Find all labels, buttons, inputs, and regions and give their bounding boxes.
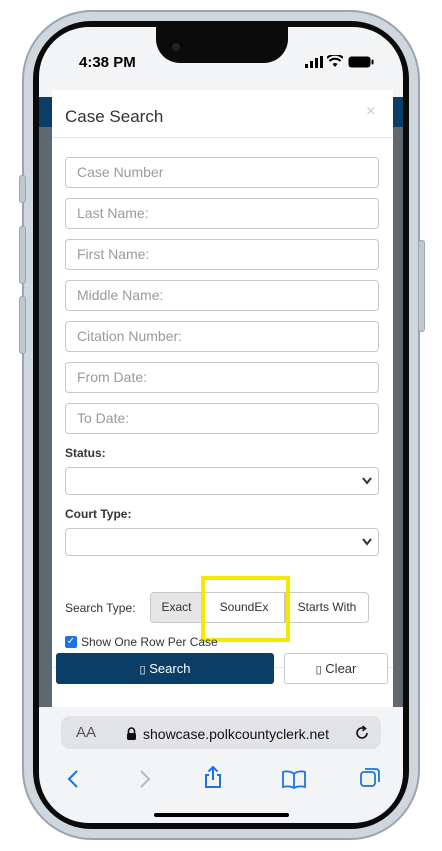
bookmarks-icon[interactable] [282,769,306,789]
status-bar: 4:38 PM [39,27,403,97]
show-one-row-checkbox[interactable]: ✓ [65,636,77,648]
chevron-down-icon [362,477,372,485]
volume-down-button [19,296,26,354]
search-type-starts-with-button[interactable]: Starts With [285,592,369,623]
clear-button-label: Clear [325,661,357,676]
court-type-label: Court Type: [65,507,132,521]
close-icon[interactable]: × [366,103,375,121]
search-type-exact-button[interactable]: Exact [150,592,203,623]
case-number-input[interactable]: Case Number [65,157,379,188]
search-button[interactable]: ▯ Search [56,653,274,684]
battery-icon [348,56,374,68]
search-icon: ▯ [139,664,146,676]
court-type-select[interactable] [65,528,379,556]
modal-title: Case Search [65,107,164,126]
search-type-label: Search Type: [65,601,136,615]
show-one-row-label: Show One Row Per Case [81,635,218,649]
mute-switch [19,175,26,203]
tabs-icon[interactable] [359,767,381,789]
last-name-input[interactable]: Last Name: [65,198,379,229]
modal-divider [52,137,393,138]
status-label: Status: [65,446,106,460]
wifi-icon [327,55,343,67]
power-button [418,240,425,332]
volume-up-button [19,226,26,284]
middle-name-input[interactable]: Middle Name: [65,280,379,311]
from-date-input[interactable]: From Date: [65,362,379,393]
reader-aa-button[interactable]: AA [76,724,96,741]
chevron-down-icon [362,538,372,546]
phone-screen: 4:38 PM Case Search × Case Number Last N… [39,27,403,823]
home-indicator [154,813,289,817]
reload-icon[interactable] [354,725,370,741]
url-text[interactable]: showcase.polkcountyclerk.net [143,726,329,742]
status-select[interactable] [65,467,379,495]
citation-number-input[interactable]: Citation Number: [65,321,379,352]
share-icon[interactable] [204,765,222,789]
clear-button[interactable]: ▯ Clear [284,653,388,684]
search-button-label: Search [149,661,191,676]
highlight-box [201,576,290,642]
back-icon[interactable] [67,769,79,789]
clear-icon: ▯ [315,664,322,676]
clock: 4:38 PM [79,54,136,71]
to-date-input[interactable]: To Date: [65,403,379,434]
forward-icon[interactable] [139,769,151,789]
signal-icon [305,56,323,68]
lock-icon [127,727,136,740]
first-name-input[interactable]: First Name: [65,239,379,270]
camera-icon [172,43,180,51]
